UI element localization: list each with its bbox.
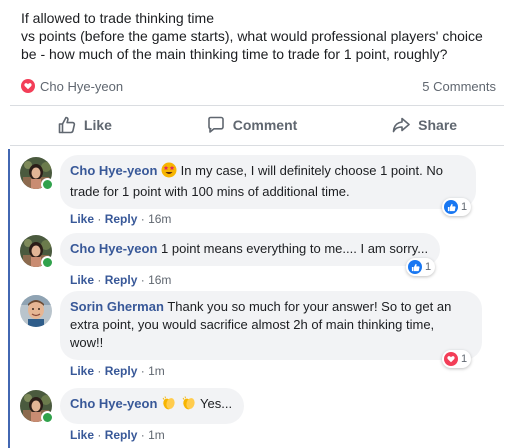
comment-reply-link[interactable]: Reply (105, 428, 138, 442)
post-text-line: be - how much of the main thinking time … (21, 46, 448, 62)
share-button[interactable]: Share (391, 115, 457, 135)
comments-thread: Cho Hye-yeon In my case, I will definite… (8, 149, 514, 448)
reaction-count: 1 (461, 353, 468, 365)
avatar[interactable] (20, 235, 54, 269)
comment-bubble: Cho Hye-yeon 1 point means everything to… (60, 233, 441, 266)
comment-author[interactable]: Sorin Gherman (70, 299, 164, 314)
comment-icon (206, 115, 226, 135)
share-label: Share (418, 117, 458, 133)
comment-button[interactable]: Comment (206, 115, 298, 135)
thumbs-up-icon (444, 200, 458, 214)
comment-author[interactable]: Cho Hye-yeon (70, 396, 157, 411)
comment-text: wow!! (70, 335, 104, 350)
avatar[interactable] (20, 157, 54, 191)
comment-author[interactable]: Cho Hye-yeon (70, 241, 157, 256)
post-actions: Like Comment Share (10, 107, 504, 143)
online-status-dot (41, 411, 54, 424)
like-button[interactable]: Like (57, 115, 112, 135)
comment-bubble: Cho Hye-yeon In my case, I will definite… (60, 155, 476, 209)
comment-text: trade for 1 point with 100 mins of addit… (70, 184, 350, 199)
reaction-count: 1 (425, 261, 432, 273)
like-label: Like (83, 117, 112, 133)
comment-like-link[interactable]: Like (70, 364, 94, 378)
avatar-image (20, 295, 52, 327)
comment-bubble: Cho Hye-yeon Yes... (60, 388, 245, 424)
comment-timestamp[interactable]: 1m (148, 364, 165, 378)
comment-text: 1 point means everything to me.... I am … (161, 241, 429, 256)
comment-reply-link[interactable]: Reply (105, 364, 138, 378)
comment-bubble: Sorin Gherman Thank you so much for your… (60, 291, 482, 360)
divider (10, 105, 504, 106)
star-struck-emoji-icon (161, 162, 177, 183)
thumbs-up-icon (57, 115, 77, 135)
avatar[interactable] (20, 390, 54, 424)
reaction-count-badge[interactable]: 1 (406, 258, 436, 276)
reaction-count: 1 (461, 201, 468, 213)
thumbs-up-icon (408, 260, 422, 274)
comment-text: Yes... (200, 396, 233, 411)
comment-timestamp[interactable]: 16m (148, 212, 171, 226)
comment-like-link[interactable]: Like (70, 428, 94, 442)
post-text-line: vs points (before the game starts), what… (21, 28, 483, 44)
comment-author[interactable]: Cho Hye-yeon (70, 163, 157, 178)
reaction-count-badge[interactable]: 1 (442, 350, 472, 368)
comment-meta: Like · Reply · 16m (70, 273, 172, 287)
comment-meta: Like · Reply · 16m (70, 212, 172, 226)
reactors-summary[interactable]: Cho Hye-yeon (21, 79, 123, 94)
avatar[interactable] (20, 295, 52, 327)
comment-text: In my case, I will definitely choose 1 p… (180, 163, 443, 178)
comment-text: Thank you so much for your answer! So to… (167, 299, 452, 314)
heart-icon (444, 352, 458, 366)
reaction-summary-bar: Cho Hye-yeon 5 Comments (21, 76, 496, 96)
share-icon (391, 115, 411, 135)
comment-timestamp[interactable]: 16m (148, 273, 171, 287)
heart-icon (21, 79, 35, 93)
comment-meta: Like · Reply · 1m (70, 428, 165, 442)
online-status-dot (41, 178, 54, 191)
clapping-hands-emoji-icon (181, 395, 197, 416)
reaction-count-badge[interactable]: 1 (442, 198, 472, 216)
post-text-line: If allowed to trade thinking time (21, 10, 214, 26)
comment-label: Comment (232, 117, 298, 133)
clapping-hands-emoji-icon (161, 395, 177, 416)
comment-like-link[interactable]: Like (70, 212, 94, 226)
comment-timestamp[interactable]: 1m (148, 428, 165, 442)
online-status-dot (41, 256, 54, 269)
comments-count[interactable]: 5 Comments (422, 79, 496, 94)
comment-reply-link[interactable]: Reply (105, 273, 138, 287)
comment-reply-link[interactable]: Reply (105, 212, 138, 226)
comment-text: extra point, you would sacrifice almost … (70, 317, 435, 332)
divider (10, 145, 504, 146)
comment-like-link[interactable]: Like (70, 273, 94, 287)
post-text: If allowed to trade thinking time vs poi… (21, 9, 501, 63)
reactor-name: Cho Hye-yeon (40, 78, 124, 94)
comment-meta: Like · Reply · 1m (70, 364, 165, 378)
